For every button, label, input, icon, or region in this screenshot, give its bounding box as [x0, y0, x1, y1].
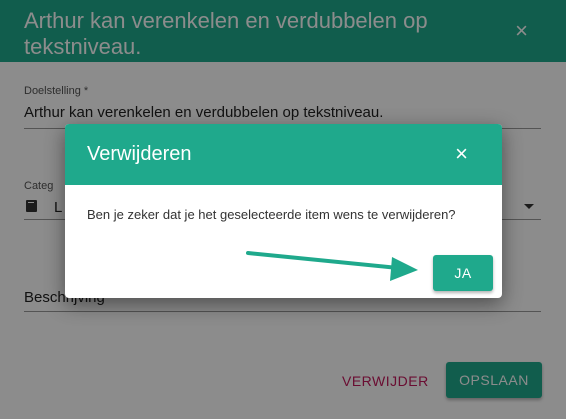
pointer-arrow-icon — [246, 251, 418, 281]
